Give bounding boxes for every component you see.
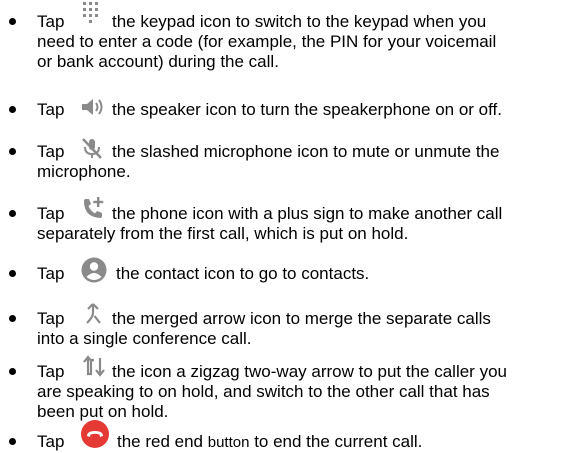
item-text-line-1: the phone icon with a plus sign to make … [112,204,503,223]
item-text-line-2: separately from the first call, which is… [37,224,409,243]
item-tap-label: Tap [37,12,65,31]
mute-icon [82,138,102,159]
item-text-line-1: the keypad icon to switch to the keypad … [112,12,487,31]
item-text-line-1: the speaker icon to turn the speakerphon… [112,100,503,119]
item-tap-label: Tap [37,432,65,451]
merge-icon [86,303,101,324]
item-tap-label: Tap [37,362,65,381]
swap-icon [83,355,105,377]
bullet [9,210,16,217]
item-tap-label: Tap [37,264,65,283]
item-tap-label: Tap [37,204,65,223]
item-text-segment: the red end [117,432,208,451]
keypad-icon [83,2,98,23]
item-text-line-2: microphone. [37,162,131,181]
item-text-line-1: the slashed microphone icon to mute or u… [112,142,500,161]
bullet [9,148,16,155]
bullet [9,368,16,375]
speaker-icon [82,99,103,115]
bullet [9,18,16,25]
item-text-line-1: the icon a zigzag two-way arrow to put t… [112,362,507,381]
item-text-line-1: the red end button to end the current ca… [117,432,422,453]
contact-icon [81,257,107,283]
item-tap-label: Tap [37,100,65,119]
bullet [9,106,16,113]
item-text-segment: button [207,434,250,451]
item-tap-label: Tap [37,309,65,328]
item-text-line-2: into a single conference call. [37,329,252,348]
item-text-segment: to end the current call. [249,432,423,451]
item-text-line-1: the contact icon to go to contacts. [116,264,370,283]
item-text-line-2: need to enter a code (for example, the P… [37,32,497,51]
end-call-icon [81,420,109,448]
instruction-list: Tap the keypad icon to switch to the key… [0,0,583,451]
item-text-line-3: or bank account) during the call. [37,52,279,71]
bullet [9,315,16,322]
bullet [9,270,16,277]
item-text-line-1: the merged arrow icon to merge the separ… [112,309,491,328]
add-call-icon [84,197,104,218]
item-text-line-2: are speaking to on hold, and switch to t… [37,382,490,401]
item-tap-label: Tap [37,142,65,161]
bullet [9,438,16,445]
